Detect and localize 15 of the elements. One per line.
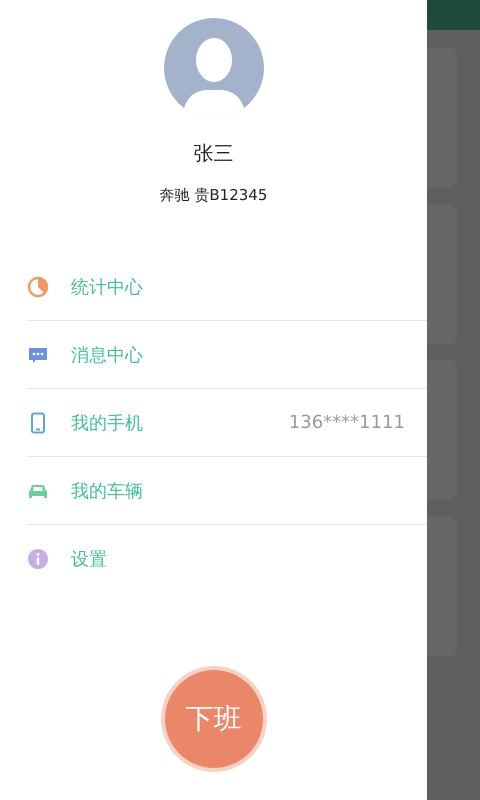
pie-chart-icon [27, 276, 49, 298]
phone-number: 136****1111 [288, 412, 405, 433]
menu-label: 统计中心 [71, 276, 143, 298]
vehicle-info: 奔驰 贵B12345 [160, 186, 268, 205]
menu-item[interactable]: 设置 [27, 525, 427, 593]
menu-item[interactable]: 消息中心 [27, 321, 427, 389]
menu-item[interactable]: 统计中心 [27, 253, 427, 321]
user-name: 张三 [194, 140, 234, 167]
dimmed-backdrop[interactable] [427, 0, 480, 800]
off-duty-button[interactable]: 下班 [160, 666, 266, 772]
info-icon [27, 548, 49, 570]
menu-label: 消息中心 [71, 344, 143, 366]
menu-label: 设置 [71, 548, 107, 571]
menu-label: 我的车辆 [71, 480, 143, 502]
menu-label: 我的手机 [71, 412, 143, 434]
